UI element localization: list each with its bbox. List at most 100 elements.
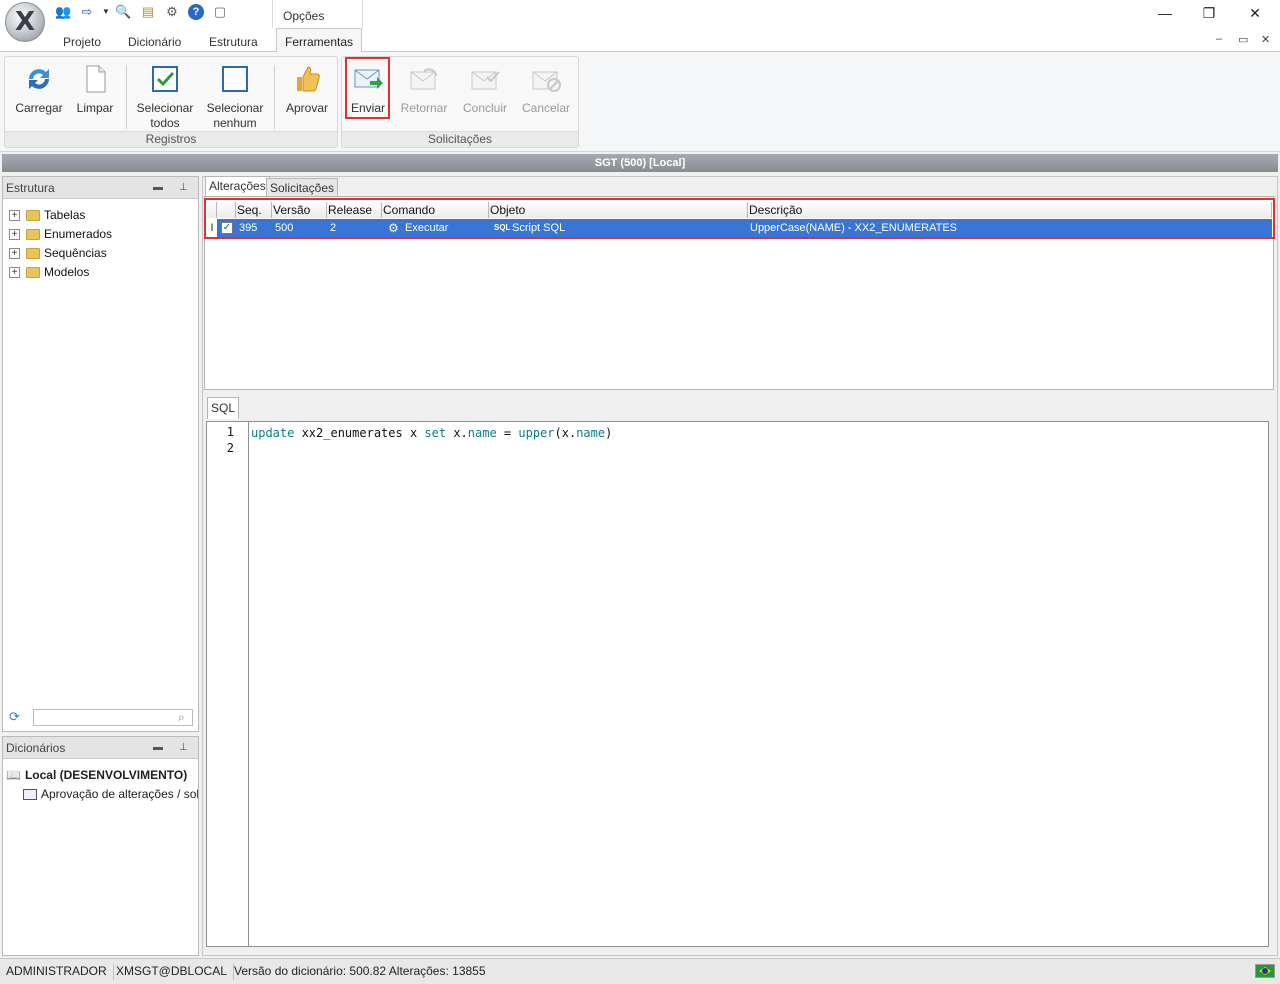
dicionarios-header: Dicionários ▬ ⊥ [3, 737, 198, 759]
sync-icon[interactable]: ⟳ [9, 709, 25, 725]
form-icon [23, 789, 37, 801]
selecionar-todos-label: Selecionar todos [136, 101, 194, 130]
tree-item-label: Modelos [44, 265, 90, 279]
tab-projeto[interactable]: Projeto [63, 35, 101, 49]
expand-icon[interactable]: + [9, 229, 20, 241]
concluir-button[interactable]: Concluir [457, 61, 513, 116]
cancelar-label: Cancelar [521, 101, 571, 115]
folder-icon [26, 267, 40, 279]
tree-item-label: Tabelas [44, 208, 86, 222]
page-icon[interactable]: ▢ [212, 4, 228, 20]
separator [126, 65, 127, 129]
aprovar-button[interactable]: Aprovar [281, 61, 333, 116]
tree-item-sequencias[interactable]: + Sequências [9, 244, 107, 262]
carregar-button[interactable]: Carregar [11, 61, 67, 116]
search-icon[interactable]: 🔍 [115, 4, 131, 20]
users-icon[interactable]: 👥 [55, 4, 71, 20]
thumbs-up-icon [297, 66, 320, 92]
estrutura-panel: Estrutura ▬ ⊥ + Tabelas + Enumerados + Sequ… [2, 176, 199, 732]
blank-page-icon [86, 65, 106, 93]
sql-keyword: name [576, 426, 606, 440]
title-bar: 👥 ⇨ ▼ 🔍 ▤ ⚙ ? ▢ Opções — ❐ ✕ [0, 0, 1280, 28]
retornar-button[interactable]: Retornar [398, 61, 450, 116]
line-gutter: 1 2 [207, 422, 249, 946]
checkbox-empty-icon [222, 66, 248, 92]
enviar-highlight [345, 57, 390, 119]
group-registros: Carregar Limpar Selecionar todos Selecio… [4, 56, 338, 148]
folder-icon [26, 229, 40, 241]
dicionarios-title: Dicionários [6, 741, 66, 755]
checkbox-checked-icon [152, 66, 178, 92]
gear-icon[interactable]: ⚙ [164, 4, 180, 20]
dictionary-root[interactable]: 📖 Local (DESENVOLVIMENTO) [6, 768, 187, 782]
selecionar-nenhum-button[interactable]: Selecionar nenhum [203, 61, 267, 131]
document-title: SGT (500) [Local] [2, 154, 1278, 172]
mdi-restore-icon[interactable]: ▭ [1238, 33, 1248, 46]
dicionarios-panel: Dicionários ▬ ⊥ 📖 Local (DESENVOLVIMENTO)… [2, 736, 199, 956]
grid-highlight [204, 198, 1275, 239]
panel-menu-icon[interactable]: ▬ [153, 177, 163, 199]
close-button[interactable]: ✕ [1235, 2, 1275, 24]
search-icon[interactable]: ⌕ [178, 710, 185, 725]
sql-text: (x. [554, 426, 577, 440]
refresh-icon [29, 69, 49, 89]
retornar-label: Retornar [400, 101, 448, 115]
sql-keyword: update [251, 426, 295, 440]
help-icon[interactable]: ? [188, 4, 204, 20]
return-mail-icon [410, 68, 437, 90]
tree-item-label: Enumerados [44, 227, 113, 241]
dictionary-child[interactable]: Aprovação de alterações / solici [23, 787, 198, 801]
selecionar-todos-button[interactable]: Selecionar todos [133, 61, 197, 131]
solicitacoes-group-label: Solicitações [342, 131, 578, 147]
restore-button[interactable]: ❐ [1189, 2, 1229, 24]
dictionary-root-label: Local (DESENVOLVIMENTO) [24, 768, 188, 782]
estrutura-search-input[interactable] [33, 709, 193, 726]
tree-item-enumerados[interactable]: + Enumerados [9, 225, 112, 243]
mdi-minimize-icon[interactable]: – [1216, 33, 1222, 45]
tab-estrutura[interactable]: Estrutura [209, 35, 258, 49]
tab-solicitacoes[interactable]: Solicitações [266, 178, 339, 196]
sql-editor[interactable]: 1 2 update xx2_enumerates x set x.name =… [206, 421, 1269, 947]
panel-menu-icon[interactable]: ▬ [153, 737, 163, 759]
sql-keyword: upper [518, 426, 555, 440]
sql-text: = [496, 426, 519, 440]
tab-ferramentas[interactable]: Ferramentas [276, 28, 363, 53]
folder-icon [26, 248, 40, 260]
tree-item-modelos[interactable]: + Modelos [9, 263, 89, 281]
expand-icon[interactable]: + [9, 248, 20, 260]
line-number: 2 [226, 441, 234, 455]
mdi-close-icon[interactable]: ✕ [1261, 33, 1270, 46]
cancelar-button[interactable]: Cancelar [518, 61, 574, 116]
selecionar-nenhum-label: Selecionar nenhum [206, 101, 264, 130]
carregar-label: Carregar [15, 101, 63, 115]
aprovar-label: Aprovar [285, 101, 329, 115]
separator [274, 65, 275, 129]
ribbon: Carregar Limpar Selecionar todos Selecio… [0, 52, 1280, 152]
complete-mail-icon [471, 71, 500, 90]
dropdown-arrow-icon[interactable]: ▼ [98, 4, 114, 20]
app-menu-button[interactable]: X [5, 2, 45, 42]
sql-keyword: set [424, 426, 447, 440]
estrutura-header: Estrutura ▬ ⊥ [3, 177, 198, 199]
brazil-flag-icon[interactable] [1255, 964, 1275, 978]
sql-text: x. [446, 426, 468, 440]
minimize-button[interactable]: — [1145, 2, 1185, 24]
tab-alteracoes[interactable]: Alterações [205, 176, 270, 196]
estrutura-title: Estrutura [6, 181, 55, 195]
book-icon: 📖 [6, 768, 21, 782]
export-icon[interactable]: ⇨ [79, 4, 95, 20]
line-number: 1 [226, 425, 234, 439]
limpar-label: Limpar [76, 101, 114, 115]
pin-icon[interactable]: ⊥ [179, 737, 188, 759]
documents-icon[interactable]: ▤ [140, 4, 156, 20]
sql-text: ) [605, 426, 613, 440]
expand-icon[interactable]: + [9, 267, 20, 279]
limpar-button[interactable]: Limpar [71, 61, 119, 116]
tab-sql[interactable]: SQL [207, 397, 240, 419]
expand-icon[interactable]: + [9, 210, 20, 222]
options-tab[interactable]: Opções [272, 0, 363, 28]
status-connection: XMSGT@DBLOCAL [110, 964, 234, 980]
tab-dicionario[interactable]: Dicionário [128, 35, 181, 49]
tree-item-tabelas[interactable]: + Tabelas [9, 206, 85, 224]
pin-icon[interactable]: ⊥ [179, 177, 188, 199]
